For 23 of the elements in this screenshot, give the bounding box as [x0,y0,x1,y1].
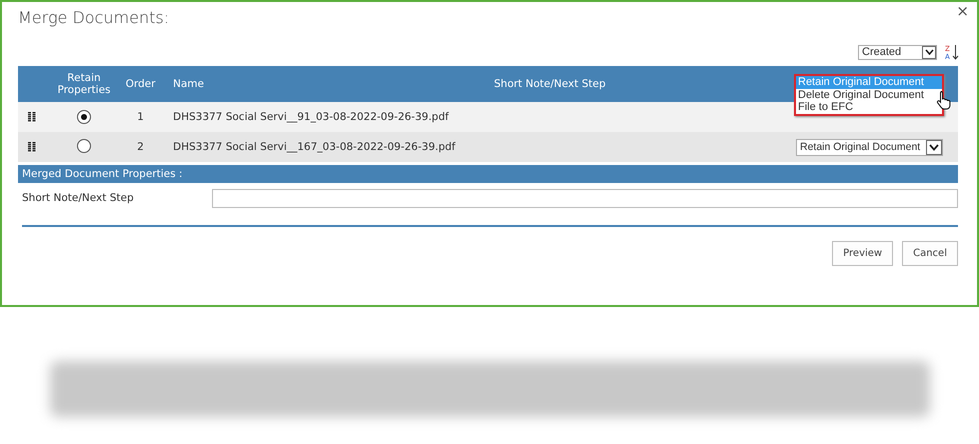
drag-handle-icon[interactable] [28,142,36,152]
column-header: Order [124,78,156,90]
table-cell-text: 2 [136,141,145,153]
table-cell-text: DHS3377 Social Servi__91_03-08-2022-09-26-39.pdf [172,111,450,123]
dialog-button[interactable]: Preview [832,241,894,266]
sort-dropdown[interactable]: Created [858,44,937,60]
column-header: Short Note/Next Step [493,78,607,90]
field-label: Short Note/Next Step [21,192,134,204]
column-header: Name [172,78,205,90]
column-header: Retain Properties [56,72,112,96]
note-field[interactable] [212,188,958,208]
radio-button[interactable] [77,138,91,152]
table-cell-text: DHS3377 Social Servi__167_03-08-2022-09-26-39.pdf [172,141,456,153]
drag-handle-icon[interactable] [28,112,36,122]
dialog-button[interactable]: Cancel [902,241,958,266]
section-title: Merged Document Properties : [22,168,182,180]
chevron-icon[interactable] [922,46,936,58]
radio-button[interactable] [77,110,91,124]
table-cell-text: 1 [136,111,145,123]
chevron-icon[interactable] [926,140,942,154]
close-icon[interactable]: × [956,2,969,20]
window-title: Merge Documents: [18,8,170,27]
action-dropdown[interactable]: Retain Original Document [796,138,943,156]
